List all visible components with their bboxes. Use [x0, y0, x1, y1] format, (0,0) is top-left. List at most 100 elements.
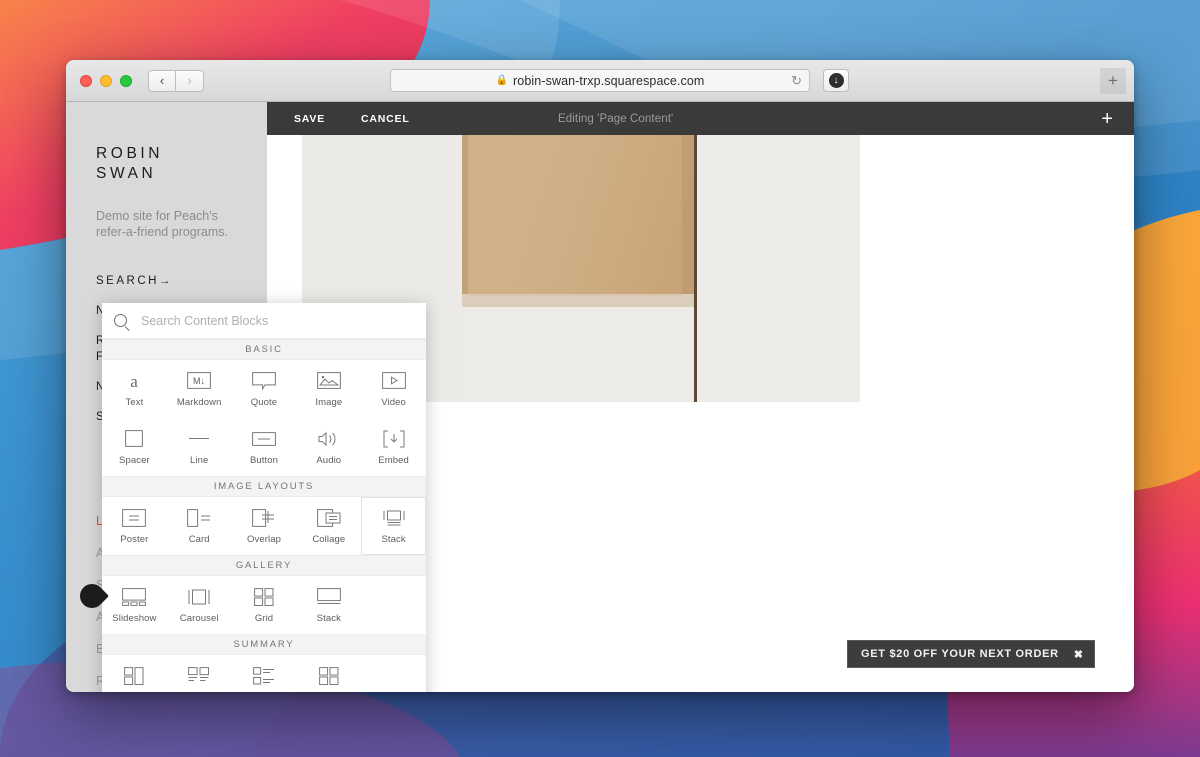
download-button[interactable]: ↓	[823, 69, 849, 92]
block-label: Text	[125, 396, 144, 408]
block-gallery-grid[interactable]: Grid	[232, 576, 297, 634]
browser-window: ‹ › 🔒 robin-swan-trxp.squarespace.com ↻ …	[66, 60, 1134, 692]
block-label: Carousel	[179, 612, 219, 624]
navigation-buttons[interactable]: ‹ ›	[148, 69, 204, 92]
promo-banner[interactable]: GET $20 OFF YOUR NEXT ORDER ✖	[846, 640, 1095, 668]
image-icon	[316, 371, 342, 391]
squarespace-editor-toolbar: SAVE CANCEL Editing 'Page Content' +	[267, 102, 1134, 135]
add-block-plus-icon[interactable]: +	[1101, 109, 1113, 129]
block-label: Markdown	[176, 396, 222, 408]
block-summary-wall[interactable]: Wall	[102, 655, 167, 692]
button-icon	[251, 429, 277, 449]
maximize-window-button[interactable]	[120, 74, 132, 87]
block-spacer[interactable]: Spacer	[102, 418, 167, 476]
cancel-button[interactable]: CANCEL	[361, 113, 410, 125]
markdown-icon: M↓	[186, 371, 212, 391]
video-play-icon	[381, 371, 407, 391]
block-label: Card	[188, 533, 210, 545]
block-label: Stack	[381, 533, 406, 545]
content-blocks-search[interactable]	[102, 303, 426, 339]
block-label: Stack	[316, 612, 341, 624]
site-title: ROBIN SWAN	[96, 144, 267, 184]
embed-download-icon	[381, 429, 407, 449]
gallery-carousel-icon	[186, 587, 212, 607]
site-tagline: Demo site for Peach's refer-a-friend pro…	[96, 209, 228, 239]
block-audio[interactable]: Audio	[296, 418, 361, 476]
summary-grid-icon	[316, 666, 342, 686]
spacer-square-icon	[121, 429, 147, 449]
block-markdown[interactable]: M↓ Markdown	[167, 360, 232, 418]
search-input[interactable]	[141, 313, 414, 328]
gallery-grid-icon	[251, 587, 277, 607]
block-video[interactable]: Video	[361, 360, 426, 418]
summary-list-icon	[251, 666, 277, 686]
block-gallery-slideshow[interactable]: Slideshow	[102, 576, 167, 634]
block-label: Image	[315, 396, 343, 408]
page-viewport: ROBIN SWAN Demo site for Peach's refer-a…	[66, 102, 1134, 692]
svg-text:a: a	[131, 372, 139, 391]
block-grid-summary: Wall Carousel List	[102, 655, 426, 692]
block-label: Poster	[120, 533, 149, 545]
block-stack-image-layout[interactable]: Stack	[361, 497, 426, 555]
block-gallery-spacer-slot	[361, 576, 426, 634]
card-icon	[186, 508, 212, 528]
section-header-basic: BASIC	[102, 339, 426, 360]
block-gallery-carousel[interactable]: Carousel	[167, 576, 232, 634]
block-overlap[interactable]: Overlap	[232, 497, 297, 555]
close-window-button[interactable]	[80, 74, 92, 87]
section-header-summary: SUMMARY	[102, 634, 426, 655]
block-label: Overlap	[247, 533, 281, 545]
close-icon[interactable]: ✖	[1074, 648, 1083, 661]
block-label: Button	[249, 454, 279, 466]
lock-icon: 🔒	[495, 75, 509, 86]
download-icon: ↓	[828, 73, 844, 88]
back-button[interactable]: ‹	[148, 69, 176, 92]
content-blocks-panel: BASIC a Text M↓ Markdown	[75, 303, 426, 692]
gallery-slideshow-icon	[121, 587, 147, 607]
block-label: Audio	[316, 454, 342, 466]
browser-toolbar: ‹ › 🔒 robin-swan-trxp.squarespace.com ↻ …	[66, 60, 1134, 102]
block-label: Wall	[125, 692, 144, 693]
svg-text:M↓: M↓	[193, 376, 205, 386]
block-quote[interactable]: Quote	[232, 360, 297, 418]
block-gallery-stack[interactable]: Stack	[296, 576, 361, 634]
block-label: Grid	[254, 612, 274, 624]
overlap-icon	[251, 508, 277, 528]
panel-anchor-pointer	[75, 579, 109, 613]
block-grid-gallery: Slideshow Carousel Grid Stack	[102, 576, 426, 634]
block-card[interactable]: Card	[167, 497, 232, 555]
block-label: Video	[381, 396, 406, 408]
window-controls[interactable]	[80, 74, 132, 87]
block-embed[interactable]: Embed	[361, 418, 426, 476]
new-tab-button[interactable]: +	[1100, 67, 1126, 94]
minimize-window-button[interactable]	[100, 74, 112, 87]
summary-carousel-icon	[186, 666, 212, 686]
url-text: robin-swan-trxp.squarespace.com	[513, 73, 705, 88]
forward-button[interactable]: ›	[176, 69, 204, 92]
reload-icon[interactable]: ↻	[791, 73, 802, 89]
block-text[interactable]: a Text	[102, 360, 167, 418]
stack-layout-icon	[381, 508, 407, 528]
block-summary-carousel[interactable]: Carousel	[167, 655, 232, 692]
promo-text: GET $20 OFF YOUR NEXT ORDER	[860, 648, 1059, 660]
block-collage[interactable]: Collage	[296, 497, 361, 555]
gallery-stack-icon	[316, 587, 342, 607]
collage-icon	[316, 508, 342, 528]
block-line[interactable]: Line	[167, 418, 232, 476]
block-summary-grid[interactable]: Grid	[296, 655, 361, 692]
block-label: Grid	[320, 692, 338, 693]
section-header-image-layouts: IMAGE LAYOUTS	[102, 476, 426, 497]
summary-wall-icon	[121, 666, 147, 686]
block-summary-list[interactable]: List	[232, 655, 297, 692]
block-button[interactable]: Button	[232, 418, 297, 476]
block-poster[interactable]: Poster	[102, 497, 167, 555]
block-label: Spacer	[119, 454, 150, 466]
address-bar[interactable]: 🔒 robin-swan-trxp.squarespace.com ↻	[390, 69, 810, 92]
audio-speaker-icon	[316, 429, 342, 449]
nav-item-search[interactable]: SEARCH→	[96, 274, 267, 288]
block-label: Carousel	[180, 692, 219, 693]
block-image[interactable]: Image	[296, 360, 361, 418]
block-label: Quote	[250, 396, 278, 408]
save-button[interactable]: SAVE	[294, 113, 325, 125]
block-summary-spacer-slot	[361, 655, 426, 692]
